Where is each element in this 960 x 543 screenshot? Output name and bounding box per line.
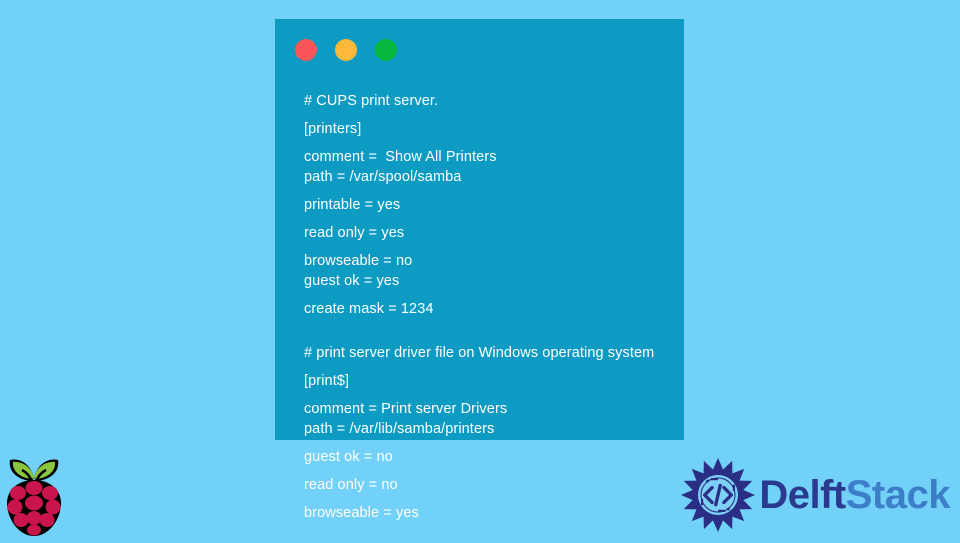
close-button[interactable] (295, 39, 317, 61)
code-line: comment = Show All Printers (304, 149, 497, 165)
code-line: guest ok = no (304, 449, 393, 465)
delftstack-word-delft: Delft (759, 473, 846, 517)
code-line: comment = Print server Drivers (304, 401, 508, 417)
minimize-button[interactable] (335, 39, 357, 61)
code-line: # print server driver file on Windows op… (304, 345, 655, 361)
code-line: guest ok = yes (304, 273, 400, 289)
code-line: # CUPS print server. (304, 93, 439, 109)
code-line: read only = no (304, 477, 398, 493)
code-content: # CUPS print server. [printers] comment = … (304, 91, 674, 523)
code-line: [print$] (304, 373, 350, 389)
code-window-card: # CUPS print server. [printers] comment = … (275, 19, 684, 521)
window-titlebar (275, 19, 684, 81)
code-line: path = /var/lib/samba/printers (304, 421, 495, 437)
delftstack-mandala-icon (681, 458, 756, 532)
code-line: browseable = yes (304, 505, 419, 521)
maximize-button[interactable] (375, 39, 397, 61)
code-line: create mask = 1234 (304, 301, 434, 317)
code-line: read only = yes (304, 225, 405, 241)
code-line: path = /var/spool/samba (304, 169, 462, 185)
code-line: printable = yes (304, 197, 401, 213)
delftstack-wordmark: DelftStack (759, 475, 950, 515)
delftstack-logo: DelftStack (681, 458, 951, 532)
code-line: [printers] (304, 121, 362, 137)
delftstack-word-stack: Stack (845, 473, 951, 517)
raspberry-pi-logo (4, 456, 64, 538)
code-line: browseable = no (304, 253, 413, 269)
